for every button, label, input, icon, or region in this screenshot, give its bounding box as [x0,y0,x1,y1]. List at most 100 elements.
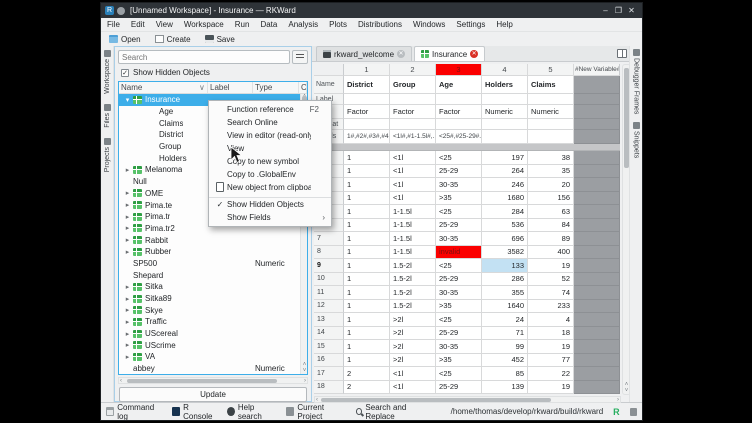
right-toolview-tab[interactable]: Debugger Frames [633,49,640,114]
tree-item[interactable]: Skye dat [119,304,300,316]
expander-icon[interactable] [122,96,133,104]
row-number[interactable]: 8 [314,246,344,260]
var-name-cell[interactable]: Group [390,76,436,94]
cell-group[interactable]: >2l [390,313,436,327]
cell-holders[interactable]: 85 [482,367,528,381]
cell-claims[interactable]: 156 [528,192,574,206]
toolbar-button[interactable]: Save [205,35,235,44]
cell-claims[interactable]: 89 [528,232,574,246]
scroll-right-icon[interactable]: › [617,397,619,403]
cell-group[interactable]: >2l [390,340,436,354]
new-variable-cell[interactable] [574,219,620,233]
tree-item[interactable]: SP500 Numeric nu [119,258,300,270]
cell-district[interactable]: 1 [344,340,390,354]
cell-group[interactable]: <1l [390,381,436,395]
left-toolview-tab[interactable]: Workspace [104,50,111,94]
cell-group[interactable]: 1.5-2l [390,300,436,314]
var-type-cell[interactable]: Factor [436,105,482,119]
cell-group[interactable]: 1.5-2l [390,259,436,273]
expander-icon[interactable] [122,248,133,256]
menubar-item[interactable]: Help [496,20,512,29]
cell-age[interactable]: 25-29 [436,273,482,287]
cell-group[interactable]: 1-1.5l [390,219,436,233]
cell-holders[interactable]: 1680 [482,192,528,206]
var-label-cell[interactable] [436,94,482,105]
table-horizontal-scrollbar[interactable]: ‹ › [314,396,621,403]
cell-age[interactable]: 30-35 [436,340,482,354]
cell-holders[interactable]: 696 [482,232,528,246]
tree-item[interactable]: abbey Numeric nu [119,363,300,374]
cell-district[interactable]: 1 [344,354,390,368]
cell-claims[interactable]: 77 [528,354,574,368]
var-levels-cell[interactable] [482,130,528,144]
cell-claims[interactable]: 74 [528,286,574,300]
cell-group[interactable]: 1.5-2l [390,273,436,287]
tree-item[interactable]: Sitka dat [119,281,300,293]
context-menu-item[interactable] [209,194,331,198]
tree-item[interactable]: Rabbit dat [119,234,300,246]
cell-age[interactable]: 25-29 [436,381,482,395]
context-menu-item[interactable]: New object from clipboard [209,181,331,194]
cell-claims[interactable]: 19 [528,259,574,273]
cell-group[interactable]: <1l [390,192,436,206]
new-variable-cell[interactable] [574,381,620,395]
cell-holders[interactable]: 99 [482,340,528,354]
new-variable-cell[interactable] [574,94,620,105]
editor-tab[interactable]: Insurance ✕ [414,46,485,61]
cell-district[interactable]: 1 [344,300,390,314]
cell-holders[interactable]: 452 [482,354,528,368]
new-variable-cell[interactable] [574,313,620,327]
var-levels-cell[interactable]: 1#,#2#,#3#,#4 [344,130,390,144]
var-format-cell[interactable] [390,119,436,130]
show-hidden-checkbox[interactable]: ✓ [121,69,129,77]
new-variable-cell[interactable] [574,300,620,314]
var-format-cell[interactable] [482,119,528,130]
editor-tab[interactable]: rkward_welcome ✕ [316,46,412,61]
cell-claims[interactable]: 84 [528,219,574,233]
tab-close-icon[interactable]: ✕ [397,50,405,58]
cell-holders[interactable]: 246 [482,178,528,192]
var-levels-cell[interactable] [528,130,574,144]
menubar-item[interactable]: Analysis [288,20,318,29]
statusbar-toolview-button[interactable]: Help search [227,403,277,421]
new-variable-cell[interactable] [574,246,620,260]
cell-claims[interactable]: 400 [528,246,574,260]
row-number[interactable]: 15 [314,340,344,354]
tree-item[interactable]: Traffic dat [119,316,300,328]
cell-claims[interactable]: 38 [528,151,574,165]
tree-col-label[interactable]: Label [208,82,253,93]
cell-age[interactable]: <25 [436,151,482,165]
tree-item[interactable]: Shepard fun [119,269,300,281]
var-label-cell[interactable] [528,94,574,105]
expander-icon[interactable] [122,353,133,361]
left-toolview-tab[interactable]: Files [104,104,111,128]
cell-district[interactable]: 2 [344,381,390,395]
cell-claims[interactable]: 52 [528,273,574,287]
expander-icon[interactable] [122,330,133,338]
cell-claims[interactable]: 35 [528,165,574,179]
tree-item[interactable]: UScrime dat [119,339,300,351]
var-format-cell[interactable] [528,119,574,130]
cell-holders[interactable]: 139 [482,381,528,395]
row-number[interactable]: 13 [314,313,344,327]
cell-group[interactable]: <1l [390,165,436,179]
new-variable-cell[interactable] [574,205,620,219]
cell-group[interactable]: 1-1.5l [390,246,436,260]
context-menu-item[interactable]: Search Online [209,116,331,129]
right-toolview-tab[interactable]: Snippets [633,122,640,158]
var-type-cell[interactable]: Factor [390,105,436,119]
context-menu-item[interactable]: Show Hidden Objects [209,198,331,211]
menubar-item[interactable]: Windows [413,20,445,29]
column-header[interactable]: 4 [482,64,528,76]
tree-col-name[interactable]: Name [119,82,208,93]
cell-district[interactable]: 1 [344,219,390,233]
tree-item[interactable]: VA dat [119,351,300,363]
window-menu-icon[interactable] [117,7,125,15]
row-number[interactable]: 9 [314,259,344,273]
cell-holders[interactable]: 284 [482,205,528,219]
new-variable-cell[interactable] [574,259,620,273]
new-variable-cell[interactable] [574,327,620,341]
row-number[interactable]: 18 [314,381,344,395]
cell-holders[interactable]: 264 [482,165,528,179]
cell-district[interactable]: 1 [344,327,390,341]
